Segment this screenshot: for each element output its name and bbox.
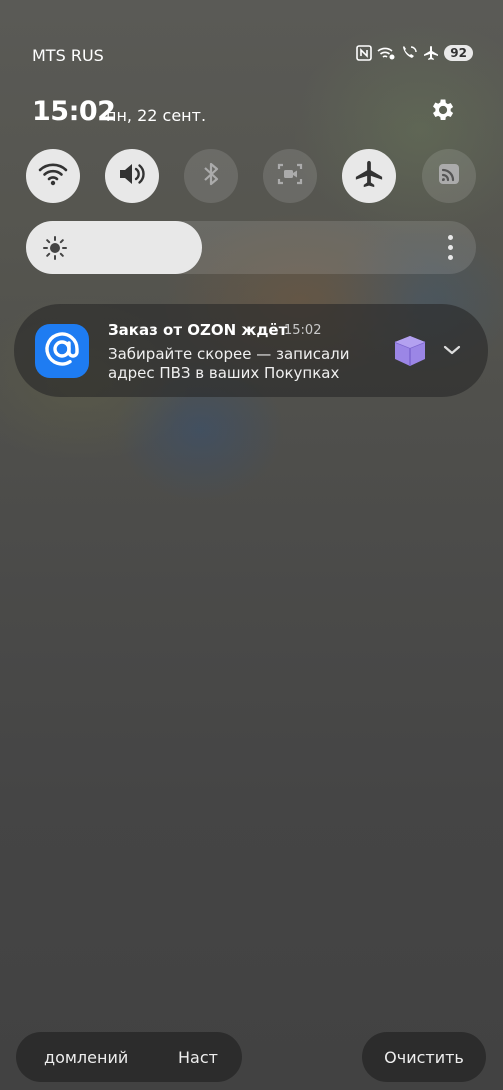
settings-label: Наст	[178, 1047, 218, 1067]
carrier-name: MTS RUS	[32, 46, 104, 65]
wifi-calling-icon	[377, 45, 395, 61]
chevron-down-icon	[442, 342, 462, 361]
airplane-icon	[354, 159, 384, 193]
settings-button[interactable]	[428, 96, 456, 124]
screen-recorder-icon	[276, 161, 304, 191]
battery-indicator: 92	[444, 45, 473, 61]
notification-card[interactable]: Заказ от OZON ждёт 15:02 Забирайте скоре…	[14, 304, 488, 397]
screen-recorder-toggle[interactable]	[263, 149, 317, 203]
clear-button[interactable]: Очистить	[362, 1032, 486, 1082]
expand-button[interactable]	[442, 342, 462, 361]
clock: 15:02	[32, 96, 116, 127]
app-icon	[35, 324, 89, 378]
notification-settings-label: домлений	[44, 1047, 129, 1067]
at-sign-icon	[42, 329, 82, 373]
notification-title: Заказ от OZON ждёт	[108, 321, 288, 339]
date: пн, 22 сент.	[106, 106, 207, 125]
cast-icon	[437, 162, 461, 190]
gear-icon	[428, 99, 456, 128]
notification-time: 15:02	[284, 323, 322, 338]
airplane-mode-icon	[423, 45, 439, 61]
more-options-button[interactable]	[448, 235, 454, 265]
sound-toggle[interactable]	[105, 149, 159, 203]
speaker-icon	[117, 161, 147, 191]
sun-icon	[42, 235, 68, 265]
notification-body: Забирайте скорее — записали адрес ПВЗ в …	[108, 345, 350, 382]
bluetooth-toggle[interactable]	[184, 149, 238, 203]
wifi-toggle[interactable]	[26, 149, 80, 203]
package-thumbnail	[392, 334, 428, 368]
cast-toggle[interactable]	[422, 149, 476, 203]
status-icons: 92	[356, 45, 473, 61]
clear-label: Очистить	[384, 1047, 464, 1067]
brightness-slider[interactable]	[26, 221, 476, 274]
bluetooth-icon	[200, 161, 222, 191]
nfc-icon	[356, 45, 373, 61]
airplane-mode-toggle[interactable]	[342, 149, 396, 203]
wifi-icon	[38, 161, 68, 191]
volte-icon	[400, 45, 418, 61]
notification-settings-pill[interactable]: домлений Наст	[16, 1032, 242, 1082]
